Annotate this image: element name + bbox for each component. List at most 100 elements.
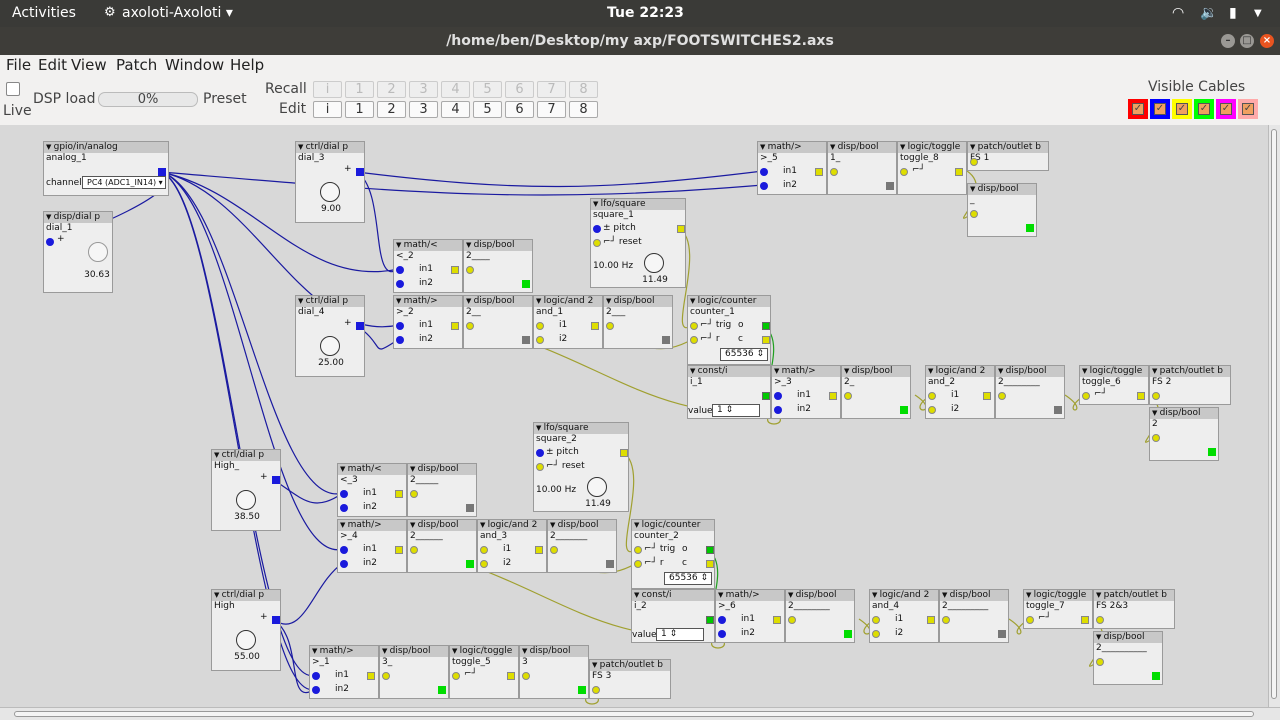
object-type-label[interactable]: disp/bool bbox=[842, 366, 910, 377]
outlet-o[interactable] bbox=[706, 546, 714, 554]
inlet-in1[interactable] bbox=[312, 672, 320, 680]
inlet-in[interactable] bbox=[46, 238, 54, 246]
outlet-out[interactable] bbox=[272, 616, 280, 624]
patch-object-dial3[interactable]: ctrl/dial pdial_3+9.00 bbox=[295, 141, 365, 223]
outlet-out[interactable] bbox=[272, 476, 280, 484]
patch-object-cnt1[interactable]: logic/countercounter_1 ⌐┘ trig o ⌐┘ r c 65536… bbox=[687, 295, 771, 365]
object-type-label[interactable]: disp/bool bbox=[968, 184, 1036, 195]
inlet-in2[interactable] bbox=[396, 280, 404, 288]
patch-object-db2d[interactable]: disp/bool2_ bbox=[841, 365, 911, 419]
activities-button[interactable]: Activities bbox=[12, 5, 76, 21]
object-instance-name[interactable]: and_4 bbox=[870, 601, 938, 612]
inlet-r[interactable] bbox=[690, 336, 698, 344]
object-type-label[interactable]: lfo/square bbox=[534, 423, 628, 434]
outlet-out[interactable] bbox=[955, 168, 963, 176]
object-type-label[interactable]: math/> bbox=[716, 590, 784, 601]
object-instance-name[interactable]: 2_ bbox=[842, 377, 910, 388]
inlet-r[interactable] bbox=[634, 560, 642, 568]
inlet-in[interactable] bbox=[382, 672, 390, 680]
patch-object-sq2[interactable]: lfo/squaresquare_2 ± pitch ⌐┘ reset 10.00 H… bbox=[533, 422, 629, 512]
object-instance-name[interactable]: <_3 bbox=[338, 475, 406, 486]
edit-preset-3[interactable]: 3 bbox=[409, 101, 438, 118]
object-instance-name[interactable]: analog_1 bbox=[44, 153, 168, 164]
clock[interactable]: Tue 22:23 bbox=[607, 5, 684, 21]
patch-object-gt6[interactable]: math/>>_6 in1 in2 bbox=[715, 589, 785, 643]
dial-knob[interactable] bbox=[320, 182, 340, 202]
patch-object-db_fs23[interactable]: disp/bool2__________ bbox=[1093, 631, 1163, 685]
patch-object-db1_[interactable]: disp/bool1_ bbox=[827, 141, 897, 195]
horizontal-scroll-thumb[interactable] bbox=[14, 711, 1254, 717]
inlet-in[interactable] bbox=[1096, 616, 1104, 624]
inlet-pitch[interactable] bbox=[536, 449, 544, 457]
recall-preset-8[interactable]: 8 bbox=[569, 81, 598, 98]
patch-object-gt5[interactable]: math/>>_5 in1 in2 bbox=[757, 141, 827, 195]
object-instance-name[interactable]: FS 1 bbox=[968, 153, 1048, 164]
object-type-label[interactable]: math/> bbox=[310, 646, 378, 657]
edit-preset-5[interactable]: 5 bbox=[473, 101, 502, 118]
inlet-in[interactable] bbox=[998, 392, 1006, 400]
object-instance-name[interactable]: 2___ bbox=[604, 307, 672, 318]
patch-object-tog6[interactable]: logic/toggletoggle_6⌐┘ bbox=[1079, 365, 1149, 405]
patch-cable[interactable] bbox=[273, 479, 344, 504]
patch-object-lt3[interactable]: math/<<_3 in1 in2 bbox=[337, 463, 407, 517]
recall-preset-1[interactable]: 1 bbox=[345, 81, 374, 98]
object-instance-name[interactable]: square_2 bbox=[534, 434, 628, 445]
object-type-label[interactable]: math/< bbox=[394, 240, 462, 251]
pitch-knob[interactable] bbox=[587, 477, 607, 497]
edit-preset-6[interactable]: 6 bbox=[505, 101, 534, 118]
outlet-out[interactable] bbox=[367, 672, 375, 680]
cable-toggle-1[interactable]: ✓ bbox=[1128, 99, 1148, 119]
patch-object-dial1[interactable]: disp/dial pdial_1+30.63 bbox=[43, 211, 113, 293]
edit-preset-8[interactable]: 8 bbox=[569, 101, 598, 118]
menu-view[interactable]: View bbox=[71, 56, 107, 74]
inlet-in[interactable] bbox=[410, 546, 418, 554]
object-type-label[interactable]: disp/bool bbox=[996, 366, 1064, 377]
outlet-out[interactable] bbox=[620, 449, 628, 457]
patch-object-db3d[interactable]: disp/bool2________ bbox=[785, 589, 855, 643]
inlet-in[interactable] bbox=[606, 322, 614, 330]
patch-object-db3e[interactable]: disp/bool2_________ bbox=[939, 589, 1009, 643]
value-field[interactable]: 1 ⇕ bbox=[656, 628, 704, 641]
object-instance-name[interactable]: dial_4 bbox=[296, 307, 364, 318]
inlet-in[interactable] bbox=[522, 672, 530, 680]
inlet-trig[interactable] bbox=[690, 322, 698, 330]
inlet-i1[interactable] bbox=[536, 322, 544, 330]
vertical-scroll-thumb[interactable] bbox=[1271, 129, 1277, 699]
object-type-label[interactable]: gpio/in/analog bbox=[44, 142, 168, 153]
outlet-out[interactable] bbox=[395, 490, 403, 498]
object-instance-name[interactable]: toggle_6 bbox=[1080, 377, 1148, 388]
patch-object-cnt2[interactable]: logic/countercounter_2 ⌐┘ trig o ⌐┘ r c 65536… bbox=[631, 519, 715, 589]
object-type-label[interactable]: ctrl/dial p bbox=[212, 590, 280, 601]
object-instance-name[interactable]: counter_1 bbox=[688, 307, 770, 318]
counter-max-field[interactable]: 65536 ⇕ bbox=[664, 572, 712, 585]
outlet-out[interactable] bbox=[677, 225, 685, 233]
inlet-reset[interactable] bbox=[536, 463, 544, 471]
object-type-label[interactable]: const/i bbox=[688, 366, 770, 377]
outlet-c[interactable] bbox=[762, 336, 770, 344]
recall-preset-i[interactable]: i bbox=[313, 81, 342, 98]
object-type-label[interactable]: math/< bbox=[338, 464, 406, 475]
object-type-label[interactable]: disp/bool bbox=[380, 646, 448, 657]
object-type-label[interactable]: lfo/square bbox=[591, 199, 685, 210]
outlet-out[interactable] bbox=[706, 616, 714, 624]
inlet-trig[interactable] bbox=[900, 168, 908, 176]
object-type-label[interactable]: logic/counter bbox=[688, 296, 770, 307]
patch-object-and3[interactable]: logic/and 2and_3 i1 i2 bbox=[477, 519, 547, 573]
object-instance-name[interactable]: 2________ bbox=[996, 377, 1064, 388]
object-type-label[interactable]: patch/outlet b bbox=[1150, 366, 1230, 377]
patch-object-tog8[interactable]: logic/toggletoggle_8⌐┘ bbox=[897, 141, 967, 195]
inlet-in[interactable] bbox=[550, 546, 558, 554]
outlet-out[interactable] bbox=[451, 322, 459, 330]
object-type-label[interactable]: logic/toggle bbox=[450, 646, 518, 657]
patch-object-db2c[interactable]: disp/bool2___ bbox=[603, 295, 673, 349]
patch-object-consti1[interactable]: const/ii_1value1 ⇕ bbox=[687, 365, 771, 419]
cable-toggle-5[interactable]: ✓ bbox=[1216, 99, 1236, 119]
inlet-trig[interactable] bbox=[452, 672, 460, 680]
inlet-in[interactable] bbox=[970, 210, 978, 218]
inlet-i1[interactable] bbox=[872, 616, 880, 624]
dial-knob[interactable] bbox=[320, 336, 340, 356]
object-type-label[interactable]: disp/bool bbox=[604, 296, 672, 307]
patch-object-db3c[interactable]: disp/bool2_______ bbox=[547, 519, 617, 573]
object-type-label[interactable]: disp/bool bbox=[940, 590, 1008, 601]
object-type-label[interactable]: logic/and 2 bbox=[870, 590, 938, 601]
